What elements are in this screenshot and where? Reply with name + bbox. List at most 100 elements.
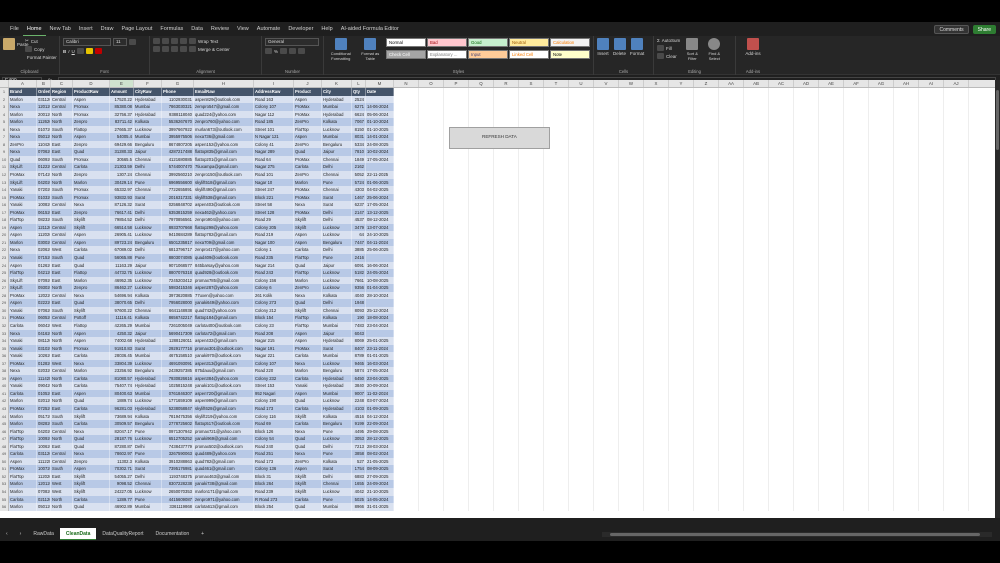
empty-cell[interactable] [644, 246, 669, 255]
table-cell[interactable]: 22-11-2025 [366, 171, 394, 179]
empty-cell[interactable] [744, 352, 769, 360]
empty-cell[interactable] [394, 163, 419, 172]
empty-cell[interactable] [744, 427, 769, 436]
empty-cell[interactable] [594, 337, 619, 345]
table-cell[interactable]: Marlon [73, 367, 110, 375]
table-cell[interactable]: 7970856561 [162, 216, 194, 224]
empty-cell[interactable] [769, 457, 794, 466]
empty-cell[interactable] [769, 88, 794, 96]
empty-cell[interactable] [869, 186, 894, 194]
empty-cell[interactable] [494, 344, 519, 353]
empty-cell[interactable] [444, 389, 469, 398]
table-cell[interactable]: Nexa [9, 103, 37, 111]
table-cell[interactable]: skylift538@gmail.com [194, 193, 254, 202]
empty-cell[interactable] [844, 457, 869, 466]
table-cell[interactable]: Nexa [9, 246, 37, 255]
table-cell[interactable]: ProMax [9, 193, 37, 202]
empty-cell[interactable] [944, 404, 969, 413]
empty-cell[interactable] [919, 472, 944, 481]
table-cell[interactable]: Quad [73, 148, 110, 156]
empty-cell[interactable] [469, 299, 494, 307]
column-header-w[interactable]: W [619, 80, 644, 87]
table-cell[interactable]: Colony 107 [254, 359, 294, 368]
empty-cell[interactable] [944, 299, 969, 307]
table-cell[interactable]: 01262025 [37, 261, 51, 270]
table-cell[interactable]: North [51, 329, 73, 338]
empty-cell[interactable] [594, 201, 619, 209]
table-cell[interactable]: North [51, 284, 73, 292]
empty-cell[interactable] [769, 231, 794, 239]
empty-cell[interactable] [469, 382, 494, 390]
empty-cell[interactable] [519, 103, 544, 111]
table-cell[interactable]: Marlon [9, 110, 37, 119]
table-cell[interactable]: Marlon [9, 95, 37, 104]
empty-cell[interactable] [919, 374, 944, 383]
table-cell[interactable]: Marlon [294, 178, 322, 187]
empty-cell[interactable] [694, 397, 719, 405]
empty-cell[interactable] [619, 95, 644, 104]
empty-cell[interactable] [594, 208, 619, 217]
table-cell[interactable]: 5052 [352, 171, 366, 179]
empty-cell[interactable] [419, 125, 444, 134]
table-cell[interactable]: 86462.27 [110, 284, 134, 292]
empty-cell[interactable] [644, 178, 669, 187]
empty-cell[interactable] [569, 118, 594, 126]
empty-cell[interactable] [394, 254, 419, 262]
empty-cell[interactable] [594, 103, 619, 111]
table-cell[interactable]: South [51, 216, 73, 224]
empty-cell[interactable] [894, 503, 919, 511]
table-cell[interactable]: nexa709@gmail.com [194, 238, 254, 247]
table-cell[interactable]: FlatTop [294, 269, 322, 277]
empty-cell[interactable] [719, 427, 744, 436]
table-cell[interactable]: 8933707668 [162, 223, 194, 232]
table-cell[interactable]: 38070.65 [110, 299, 134, 307]
table-cell[interactable]: Mumbai [322, 389, 352, 398]
table-cell[interactable]: South [51, 193, 73, 202]
empty-cell[interactable] [419, 208, 444, 217]
cell-style-normal[interactable]: Normal [386, 38, 426, 47]
empty-cell[interactable] [944, 110, 969, 119]
empty-cell[interactable] [544, 397, 569, 405]
empty-cell[interactable] [844, 140, 869, 149]
empty-cell[interactable] [594, 352, 619, 360]
empty-cell[interactable] [844, 374, 869, 383]
empty-cell[interactable] [419, 420, 444, 428]
empty-cell[interactable] [844, 480, 869, 488]
empty-cell[interactable] [744, 420, 769, 428]
empty-cell[interactable] [394, 231, 419, 239]
table-cell[interactable]: 80400.63 [110, 389, 134, 398]
empty-cell[interactable] [744, 186, 769, 194]
empty-cell[interactable] [844, 442, 869, 451]
table-cell[interactable]: Kolkata [322, 457, 352, 466]
empty-cell[interactable] [419, 344, 444, 353]
empty-cell[interactable] [594, 374, 619, 383]
empty-cell[interactable] [719, 171, 744, 179]
table-cell[interactable]: 4495 [352, 427, 366, 436]
empty-cell[interactable] [694, 367, 719, 375]
empty-cell[interactable] [819, 374, 844, 383]
empty-cell[interactable] [644, 427, 669, 436]
empty-cell[interactable] [394, 201, 419, 209]
empty-cell[interactable] [394, 314, 419, 322]
empty-cell[interactable] [594, 246, 619, 255]
table-cell[interactable]: promax301@outlook.com [194, 344, 254, 353]
table-cell[interactable]: North [51, 110, 73, 119]
empty-cell[interactable] [444, 495, 469, 504]
empty-cell[interactable] [894, 276, 919, 285]
empty-cell[interactable] [894, 495, 919, 504]
empty-cell[interactable] [394, 103, 419, 111]
table-cell[interactable]: ZenPro [294, 284, 322, 292]
table-cell[interactable]: yanaki738@gmail.com [194, 480, 254, 488]
table-cell[interactable]: SkyLift [9, 276, 37, 285]
row-number[interactable]: 21 [0, 238, 9, 247]
empty-cell[interactable] [494, 503, 519, 511]
empty-cell[interactable] [419, 465, 444, 473]
empty-cell[interactable] [944, 344, 969, 353]
row-number[interactable]: 31 [0, 314, 9, 322]
empty-cell[interactable] [644, 503, 669, 511]
empty-cell[interactable] [594, 457, 619, 466]
empty-cell[interactable] [594, 503, 619, 511]
empty-cell[interactable] [594, 344, 619, 353]
table-cell[interactable]: Bengaluru [134, 420, 162, 428]
table-cell[interactable]: 11302.3 [110, 457, 134, 466]
